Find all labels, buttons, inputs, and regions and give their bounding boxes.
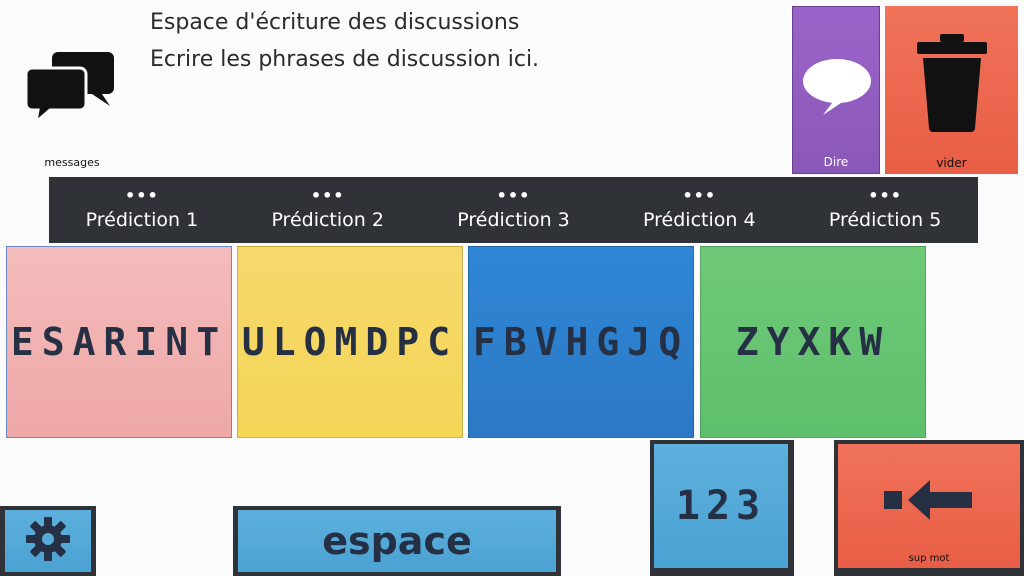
delete-word-button[interactable]: sup mot [838, 444, 1020, 568]
space-button[interactable]: espace [238, 510, 556, 572]
prediction-label: Prédiction 4 [643, 209, 756, 231]
message-line: Espace d'écriture des discussions [150, 10, 520, 35]
prediction-label: Prédiction 1 [85, 209, 199, 231]
settings-button[interactable] [5, 510, 91, 572]
prediction-button-2[interactable]: ••• Prédiction 2 [235, 177, 421, 243]
prediction-label: Prédiction 5 [828, 209, 942, 231]
prediction-button-3[interactable]: ••• Prédiction 3 [421, 177, 607, 243]
letter-group-key-4[interactable]: ZYXKW [700, 246, 926, 438]
trash-icon [915, 32, 989, 132]
speech-bubble-icon [801, 55, 873, 117]
prediction-bar: ••• Prédiction 1 ••• Prédiction 2 ••• Pr… [49, 177, 978, 243]
messages-label: messages [44, 156, 100, 169]
gear-icon [24, 515, 72, 567]
letter-group-key-3[interactable]: FBVHGJQ [468, 246, 694, 438]
backspace-arrow-icon [884, 478, 976, 522]
letter-group-key-1[interactable]: ESARINT [6, 246, 232, 438]
numbers-button[interactable]: 123 [654, 444, 788, 568]
message-line: Ecrire les phrases de discussion ici. [150, 47, 540, 72]
clear-label: vider [936, 156, 967, 170]
delete-word-label: sup mot [908, 553, 950, 564]
prediction-label: Prédiction 2 [271, 209, 384, 231]
prediction-button-1[interactable]: ••• Prédiction 1 [49, 177, 235, 243]
more-dots-icon: ••• [868, 186, 902, 205]
messages-icon[interactable] [22, 46, 118, 126]
say-button[interactable]: Dire [792, 6, 880, 174]
more-dots-icon: ••• [125, 186, 159, 205]
prediction-label: Prédiction 3 [457, 209, 570, 231]
clear-button[interactable]: vider [885, 6, 1018, 174]
prediction-button-4[interactable]: ••• Prédiction 4 [606, 177, 792, 243]
more-dots-icon: ••• [682, 186, 717, 205]
say-label: Dire [823, 155, 849, 169]
letter-group-key-2[interactable]: ULOMDPC [237, 246, 463, 438]
prediction-button-5[interactable]: ••• Prédiction 5 [792, 177, 978, 243]
more-dots-icon: ••• [310, 186, 345, 205]
more-dots-icon: ••• [496, 186, 531, 205]
